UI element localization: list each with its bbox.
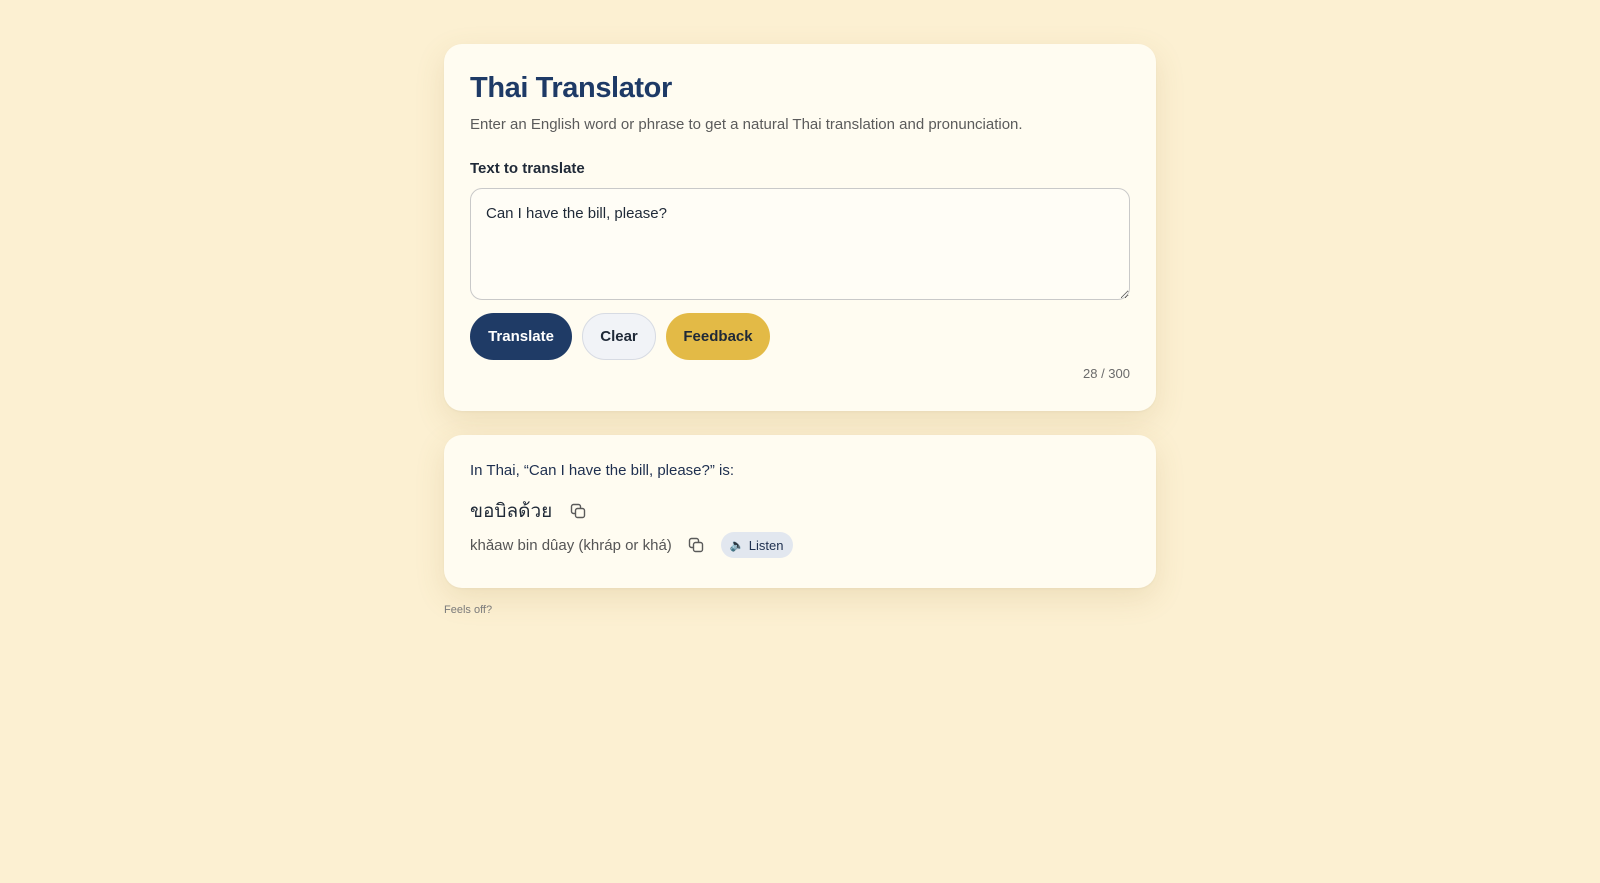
feedback-button[interactable]: Feedback	[666, 313, 770, 360]
copy-icon	[688, 537, 703, 553]
thai-translation-row: ขอบิลด้วย	[470, 496, 1130, 526]
speaker-icon: 🔈	[729, 538, 745, 552]
translator-card: Thai Translator Enter an English word or…	[444, 44, 1156, 411]
listen-button[interactable]: 🔈 Listen	[720, 532, 794, 558]
action-buttons: Translate Clear Feedback	[470, 313, 1130, 360]
result-intro: In Thai, “Can I have the bill, please?” …	[470, 462, 735, 479]
pronunciation-row: khǎaw bin dûay (khráp or khá) 🔈 Listen	[470, 531, 1130, 559]
translate-button[interactable]: Translate	[470, 313, 572, 360]
text-to-translate-label: Text to translate	[470, 160, 585, 177]
page-subtitle: Enter an English word or phrase to get a…	[470, 116, 1023, 133]
pronunciation-text: khǎaw bin dûay (khráp or khá)	[470, 536, 672, 554]
copy-pronunciation-button[interactable]	[684, 533, 708, 557]
clear-button[interactable]: Clear	[582, 313, 656, 360]
result-card: In Thai, “Can I have the bill, please?” …	[444, 435, 1156, 588]
text-to-translate-input[interactable]	[470, 188, 1130, 300]
copy-icon	[571, 503, 586, 519]
copy-thai-button[interactable]	[566, 499, 590, 523]
translator-page: Thai Translator Enter an English word or…	[444, 44, 1156, 588]
feels-off-link[interactable]: Feels off?	[444, 604, 492, 616]
character-counter: 28 / 300	[1083, 366, 1130, 381]
thai-translation: ขอบิลด้วย	[470, 500, 553, 522]
page-title: Thai Translator	[470, 72, 672, 104]
listen-label: Listen	[748, 537, 784, 553]
